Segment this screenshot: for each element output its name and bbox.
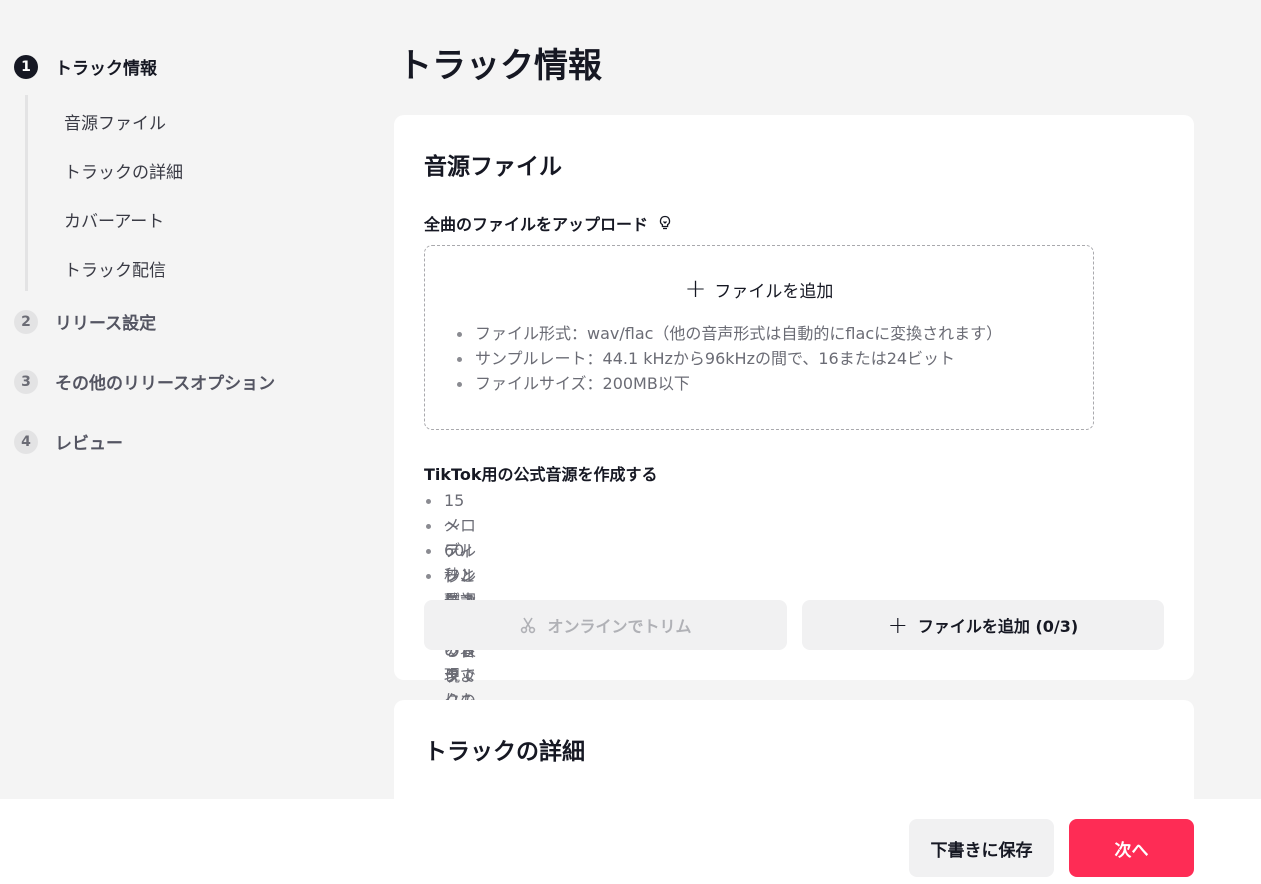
list-item: フルレングスのトラックよりも短い — [424, 538, 476, 735]
audio-file-card: 音源ファイル 全曲のファイルをアップロード + ファイルを追加 ファイル形式：w… — [394, 115, 1194, 785]
upload-dropzone[interactable]: + ファイルを追加 ファイル形式：wav/flac（他の音声形式は自動的にfla… — [424, 245, 1094, 430]
trim-online-button[interactable]: オンラインでトリム — [424, 600, 787, 650]
step-label: リリース設定 — [55, 314, 157, 334]
lightbulb-icon[interactable] — [657, 215, 673, 231]
list-item: 15～60秒、最大3つの音まで — [424, 488, 476, 685]
card-title: トラックの詳細 — [424, 739, 585, 765]
tiktok-requirements-list: 15～60秒、最大3つの音まで メロディーと歌詞による表現 フルレングスのトラッ… — [424, 488, 476, 785]
add-file-label: ファイルを追加 — [714, 281, 834, 302]
list-item: メロディーと歌詞による表現 — [424, 513, 476, 685]
upload-label-text: 全曲のファイルをアップロード — [424, 215, 649, 234]
substep-cover-art[interactable]: カバーアート — [64, 207, 164, 232]
plus-icon: + — [684, 274, 707, 304]
add-file-count-label: ファイルを追加 (0/3) — [917, 617, 1079, 636]
step-label: その他のリリースオプション — [55, 374, 276, 394]
step-label: レビュー — [55, 434, 123, 454]
page-title: トラック情報 — [398, 46, 602, 86]
step-number: 2 — [14, 309, 38, 334]
add-file-link[interactable]: + ファイルを追加 — [425, 276, 1093, 302]
substep-line — [25, 95, 28, 291]
step-number: 4 — [14, 429, 38, 454]
step-1[interactable]: 1 トラック情報 — [14, 54, 157, 79]
trim-label: オンラインでトリム — [547, 617, 692, 636]
tiktok-label: TikTok用の公式音源を作成する — [424, 465, 658, 484]
plus-icon: + — [887, 611, 908, 639]
list-item: サンプルレート：44.1 kHzから96kHzの間で、16または24ビット — [455, 346, 1002, 371]
list-item: ファイル形式：wav/flac（他の音声形式は自動的にflacに変換されます） — [455, 321, 1002, 346]
step-4[interactable]: 4 レビュー — [14, 429, 123, 454]
scissors-icon — [519, 616, 537, 634]
card-title: 音源ファイル — [424, 154, 562, 180]
file-requirements-list: ファイル形式：wav/flac（他の音声形式は自動的にflacに変換されます） … — [455, 321, 1002, 396]
step-2[interactable]: 2 リリース設定 — [14, 309, 156, 334]
next-button[interactable]: 次へ — [1069, 819, 1194, 877]
substep-track-details[interactable]: トラックの詳細 — [64, 158, 183, 183]
step-3[interactable]: 3 その他のリリースオプション — [14, 369, 275, 394]
substep-audio-file[interactable]: 音源ファイル — [64, 109, 166, 134]
step-number: 3 — [14, 369, 38, 394]
step-number: 1 — [14, 54, 38, 79]
step-label: トラック情報 — [55, 59, 157, 79]
add-tiktok-file-button[interactable]: + ファイルを追加 (0/3) — [802, 600, 1164, 650]
list-item: フルレングスのトラックの一部である — [424, 563, 476, 785]
substep-track-distribution[interactable]: トラック配信 — [64, 256, 166, 281]
list-item: ファイルサイズ：200MB以下 — [455, 371, 1002, 396]
action-bar: 下書きに保存 次へ — [0, 799, 1261, 884]
upload-label: 全曲のファイルをアップロード — [424, 211, 673, 235]
save-draft-button[interactable]: 下書きに保存 — [909, 819, 1054, 877]
